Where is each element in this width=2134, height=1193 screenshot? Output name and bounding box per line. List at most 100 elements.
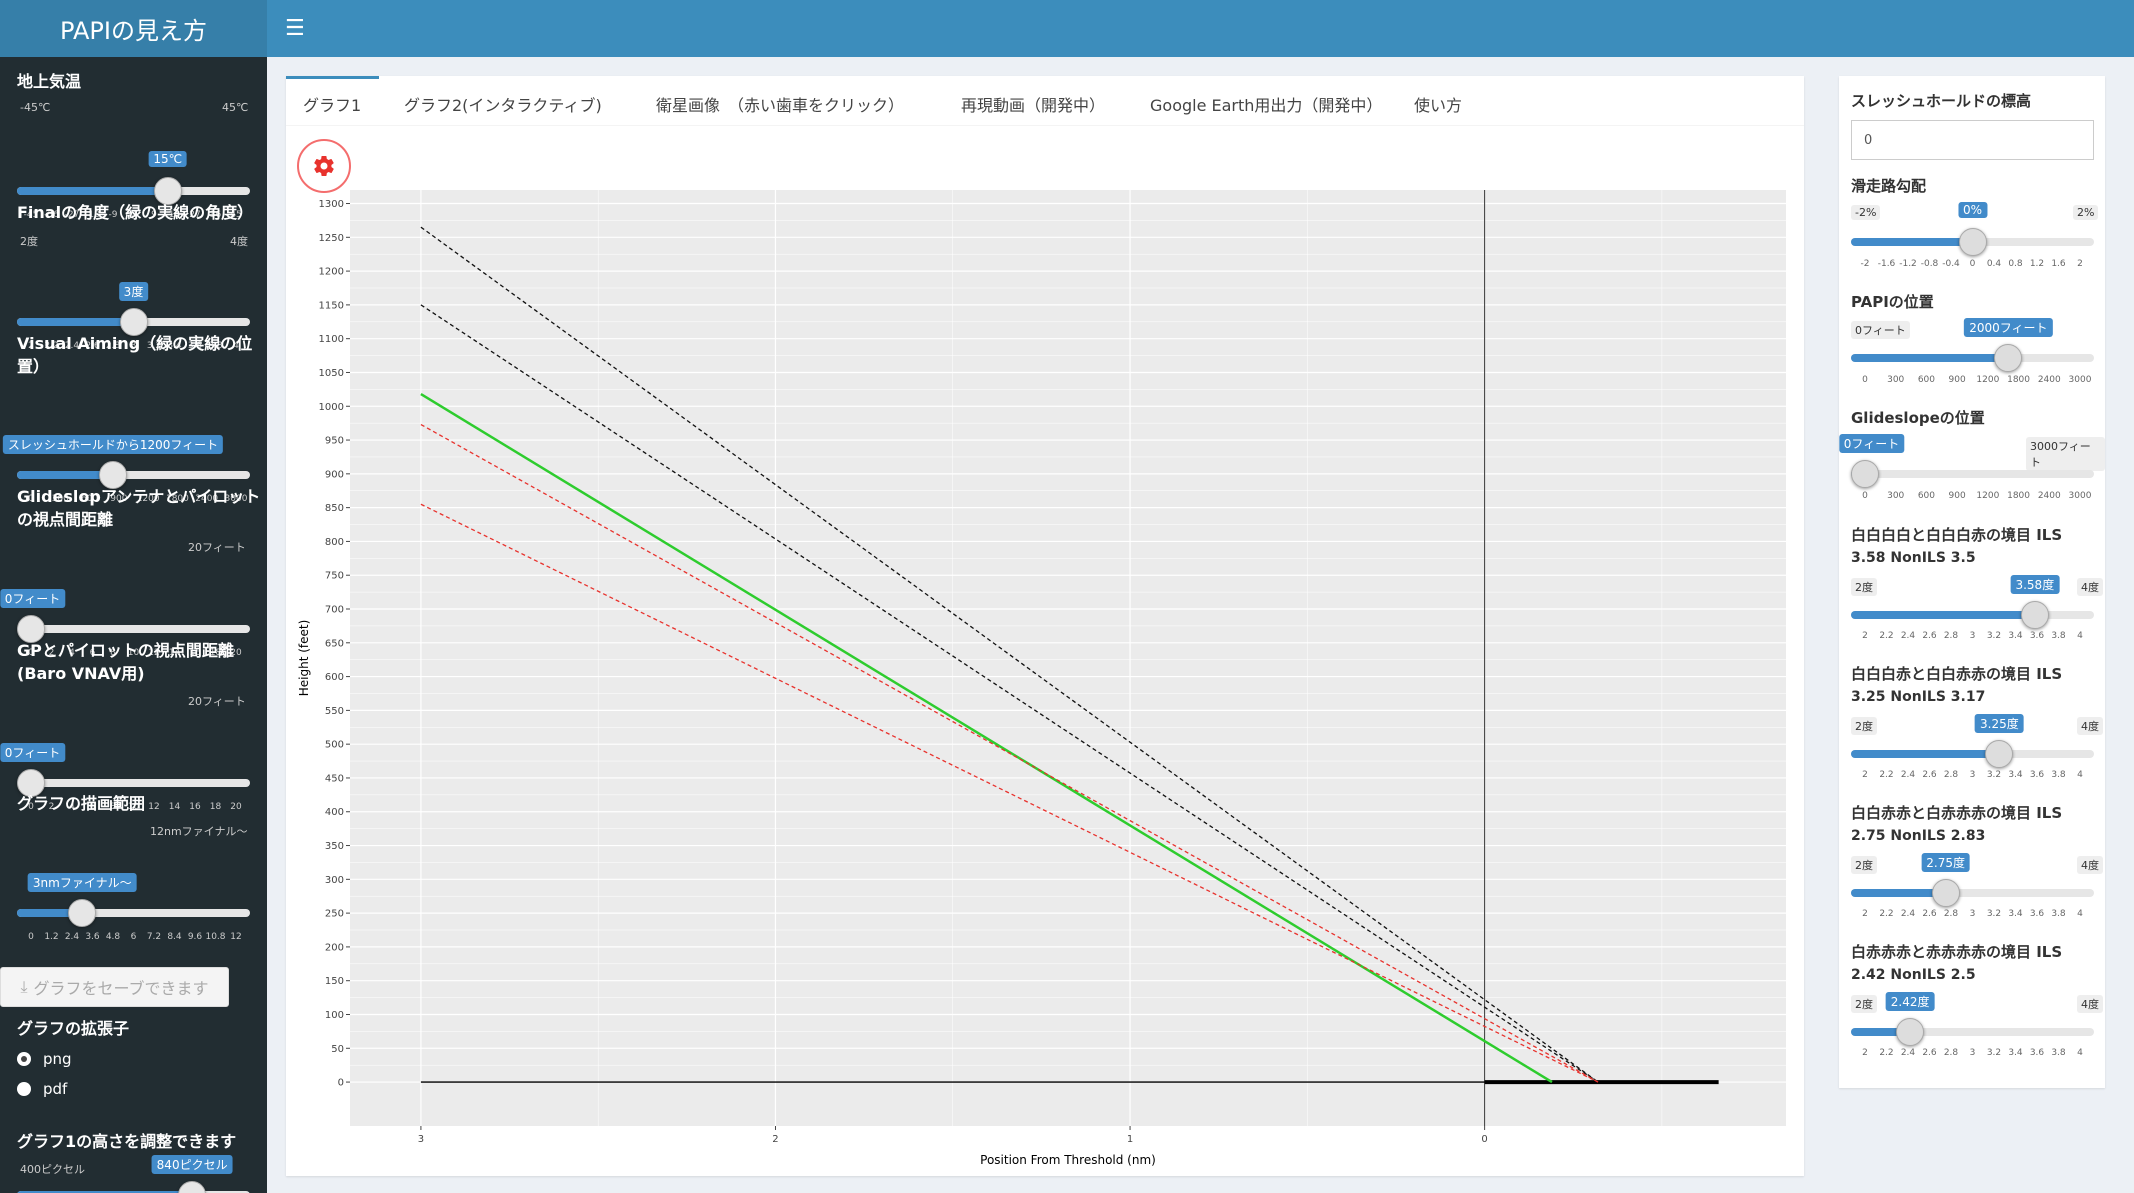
top-navbar: ☰ xyxy=(267,0,2134,57)
y-tick-label: 1150 xyxy=(319,300,344,311)
slider-tick-label: 2.6 xyxy=(1922,631,1937,641)
boundary3-max: 4度 xyxy=(2077,856,2103,874)
slider-tick-label: 1.6 xyxy=(2051,259,2066,269)
slider-handle[interactable] xyxy=(1958,228,1987,256)
slider-tick-label: -1.2 xyxy=(1899,259,1917,269)
slider-tick-label: -0.8 xyxy=(1920,259,1939,269)
slider-fill xyxy=(1851,611,2035,619)
slider-tick-label: 3.8 xyxy=(2051,1048,2066,1058)
ext-option-pdf: pdf xyxy=(43,1080,68,1098)
boundary1-label-1: 白白白白と白白白赤の境目 ILS xyxy=(1851,526,2063,544)
height-min: 400ピクセル xyxy=(20,1163,85,1176)
slider-tick-label: 3 xyxy=(1969,1048,1976,1058)
final-angle-label: Finalの角度（緑の実線の角度） xyxy=(17,203,254,222)
y-tick-label: 1300 xyxy=(319,199,344,210)
slider-handle[interactable] xyxy=(1851,460,1879,488)
slider-tick-label: 7.2 xyxy=(146,932,162,942)
slider-handle[interactable] xyxy=(1994,344,2023,372)
slider-handle[interactable] xyxy=(17,615,45,643)
slider-handle[interactable] xyxy=(178,1181,207,1193)
slope-ticks: -2 -1.6 -1.2 -0.8 -0.4 0 0.4 0.8 1.2 1.6 2 xyxy=(1851,259,2094,273)
save-graph-button[interactable]: ⤓ グラフをセーブできます xyxy=(0,967,229,1007)
chart-x-ticks: 3 2 1 0 xyxy=(418,1126,1488,1145)
slider-tick-label: 3.6 xyxy=(2029,770,2045,780)
threshold-elevation-input[interactable] xyxy=(1851,120,2094,160)
height-label: グラフ1の高さを調整できます xyxy=(17,1132,237,1151)
slider-tick-label: 2 xyxy=(1862,1048,1868,1058)
ext-radio-png[interactable]: png xyxy=(17,1050,72,1068)
slider-tick-label: 2.4 xyxy=(1900,631,1916,641)
slider-handle[interactable] xyxy=(2020,601,2049,629)
slope-label: 滑走路勾配 xyxy=(1851,177,1927,195)
slider-value-badge: 0フィート xyxy=(0,743,66,762)
slider-value-badge: スレッシュホールドから1200フィート xyxy=(2,435,224,454)
boundary4-min: 2度 xyxy=(1851,995,1877,1013)
slider-tick-label: 3.4 xyxy=(2008,770,2023,780)
y-tick-label: 300 xyxy=(325,875,344,886)
slider-handle[interactable] xyxy=(1896,1018,1925,1046)
slider-tick-label: 2.2 xyxy=(1879,1048,1894,1058)
slider-handle[interactable] xyxy=(153,177,182,205)
slider-tick-label: 1.2 xyxy=(2029,259,2045,269)
slider-tick-label: 2 xyxy=(1862,770,1868,780)
download-icon: ⤓ xyxy=(20,977,28,996)
slider-tick-label: 0 xyxy=(1969,259,1976,269)
slider-tick-label: 1800 xyxy=(2007,491,2031,501)
slider-tick-label: 2.6 xyxy=(1922,770,1937,780)
slider-tick-label: 3000 xyxy=(2068,375,2092,385)
papi-pos-label: PAPIの位置 xyxy=(1851,293,1934,311)
ext-label: グラフの拡張子 xyxy=(17,1019,130,1038)
y-tick-label: 0 xyxy=(338,1078,344,1089)
chart-y-ticks: 0 50 100 150 200 250 300 350 400 450 500 550 600 650 7… xyxy=(319,199,350,1089)
gs-antenna-label-2: の視点間距離 xyxy=(17,510,114,529)
boundary1-min: 2度 xyxy=(1851,578,1877,596)
slider-tick-label: 1200 xyxy=(1976,375,2000,385)
slider-tick-label: 0.4 xyxy=(1986,259,2002,269)
slider-tick-label: 0 xyxy=(28,932,34,942)
temp-min: -45℃ xyxy=(20,101,51,114)
slider-tick-label: 2.2 xyxy=(1879,909,1894,919)
y-tick-label: 1000 xyxy=(319,402,344,413)
y-tick-label: 250 xyxy=(325,909,344,920)
slider-tick-label: 10.8 xyxy=(205,932,226,942)
slider-value-badge: 2.42度 xyxy=(1885,992,1935,1011)
slider-tick-label: 3.6 xyxy=(85,932,100,942)
slider-tick-label: 2.8 xyxy=(1943,909,1959,919)
slider-tick-label: 4 xyxy=(2077,770,2083,780)
slider-handle[interactable] xyxy=(1985,740,2014,768)
y-tick-label: 1250 xyxy=(319,233,344,244)
slider-handle[interactable] xyxy=(68,899,97,927)
slider-handle[interactable] xyxy=(1931,879,1960,907)
gp-pilot-max: 20フィート xyxy=(188,695,246,708)
gs-pos-max: 3000フィート xyxy=(2026,437,2105,471)
gp-pilot-label-1: GPとパイロットの視点間距離 xyxy=(17,641,234,660)
ext-radio-pdf[interactable]: pdf xyxy=(17,1080,67,1098)
slider-track[interactable] xyxy=(17,779,250,787)
boundary4-max: 4度 xyxy=(2077,995,2103,1013)
final-angle-min: 2度 xyxy=(20,235,38,248)
slider-handle[interactable] xyxy=(99,461,127,489)
gp-pilot-label-2: (Baro VNAV用) xyxy=(17,664,145,683)
slider-tick-label: 2.4 xyxy=(1900,770,1916,780)
slider-tick-label: 0 xyxy=(1862,491,1868,501)
boundary4-label-1: 白赤赤赤と赤赤赤赤の境目 ILS xyxy=(1851,943,2063,961)
boundary2-max: 4度 xyxy=(2077,717,2103,735)
slider-track[interactable] xyxy=(1851,470,2094,478)
slider-track[interactable] xyxy=(17,625,250,633)
y-tick-label: 150 xyxy=(325,976,344,987)
slider-tick-label: 3.2 xyxy=(1986,909,2002,919)
slider-handle[interactable] xyxy=(119,308,148,336)
slider-value-badge: 2000フィート xyxy=(1964,318,2053,337)
chart-x-axis-title: Position From Threshold (nm) xyxy=(980,1153,1156,1167)
slider-tick-label: -0.4 xyxy=(1942,259,1960,269)
menu-toggle-icon[interactable]: ☰ xyxy=(285,16,305,41)
x-tick-label: 2 xyxy=(772,1134,778,1145)
slider-tick-label: 20 xyxy=(230,802,242,812)
slider-value-badge: 3.25度 xyxy=(1975,714,2024,733)
y-tick-label: 350 xyxy=(325,841,344,852)
slider-tick-label: 3.2 xyxy=(1986,631,2002,641)
save-graph-label: グラフをセーブできます xyxy=(33,979,209,998)
right-panel: スレッシュホールドの標高 滑走路勾配 -2% 2% 0% -2-1.6-1.2-… xyxy=(1838,76,2105,1088)
slider-tick-label: 18 xyxy=(209,802,222,812)
slider-tick-label: 300 xyxy=(1887,491,1905,501)
